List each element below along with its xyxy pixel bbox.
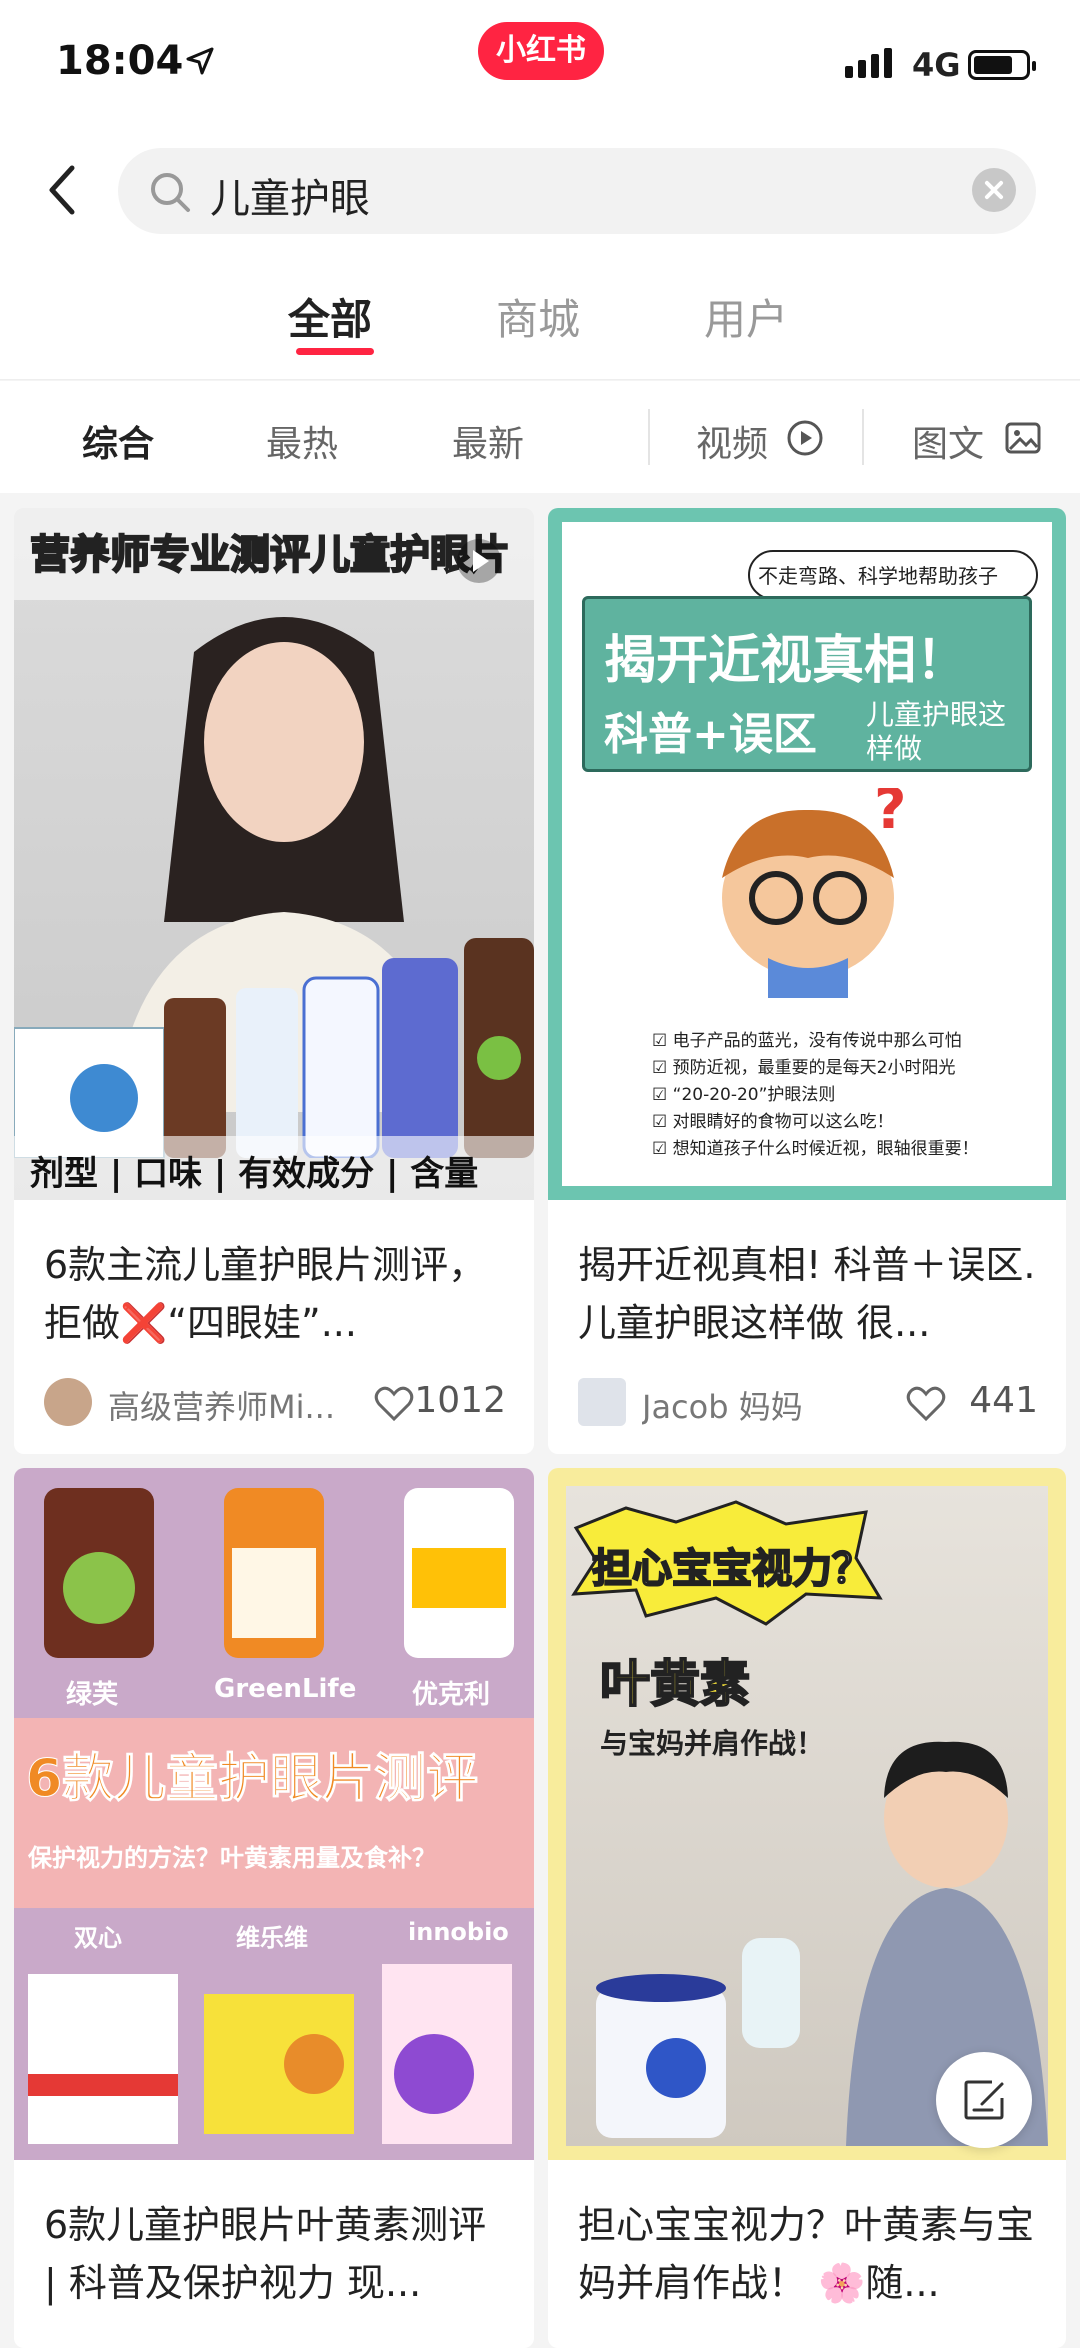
- tips-list: ☑ 电子产品的蓝光，没有传说中那么可怕 ☑ 预防近视，最重要的是每天2小时阳光 …: [652, 1028, 1042, 1163]
- filter-video[interactable]: 视频: [696, 415, 768, 467]
- product-bottles: [14, 938, 534, 1158]
- edit-icon: [964, 2080, 1004, 2120]
- list-item: ☑ 预防近视，最重要的是每天2小时阳光: [652, 1058, 956, 1078]
- compose-button[interactable]: [936, 2052, 1032, 2148]
- thumbnail-footer: 剂型 | 口味 | 有效成分 | 含量: [30, 1154, 479, 1194]
- search-header: 儿童护眼: [0, 130, 1080, 250]
- like-count: 1012: [414, 1380, 506, 1421]
- divider: [648, 409, 650, 465]
- post-meta: Jacob 妈妈 441: [578, 1374, 1038, 1430]
- product-boxes: [28, 1964, 512, 2144]
- subline: 保护视力的方法？叶黄素用量及食补？: [28, 1844, 436, 1872]
- status-bar: 18:04 小红书 4G: [0, 0, 1080, 130]
- post-thumbnail[interactable]: 不走弯路、科学地帮助孩子 揭开近视真相！ 科普+误区 儿童护眼这样做 ? ☑ 电…: [548, 508, 1066, 1200]
- like-count: 441: [969, 1380, 1038, 1421]
- author-name[interactable]: 高级营养师Mi...: [108, 1382, 368, 1428]
- video-play-icon: [457, 539, 501, 583]
- avatar[interactable]: [44, 1378, 92, 1426]
- tab-all[interactable]: 全部: [288, 286, 372, 347]
- list-item: ☑ 对眼睛好的食物可以这么吃！: [652, 1112, 894, 1132]
- battery-icon: [968, 50, 1036, 80]
- filter-comprehensive[interactable]: 综合: [82, 415, 154, 467]
- filter-image-text[interactable]: 图文: [912, 415, 984, 467]
- search-input[interactable]: 儿童护眼: [118, 148, 1036, 234]
- tab-users[interactable]: 用户: [704, 286, 788, 347]
- post-title[interactable]: 担心宝宝视力？叶黄素与宝妈并肩作战！ 🌸随...: [578, 2196, 1038, 2312]
- post-card[interactable]: 绿芙 GreenLife 优克利 6款儿童护眼片测评 保护视力的方法？叶黄素用量…: [14, 1468, 534, 2348]
- app-logo: 小红书: [478, 22, 604, 80]
- brand-label: 双心: [74, 1924, 122, 1952]
- back-arrow-icon[interactable]: [40, 160, 90, 220]
- clear-icon[interactable]: [972, 168, 1016, 212]
- post-card[interactable]: 营养师专业测评儿童护眼片 剂型 | 口味 | 有效成分 | 含量 6款主流儿童护…: [14, 508, 534, 1454]
- brand-label: 维乐维: [236, 1924, 308, 1952]
- list-item: ☑ 想知道孩子什么时候近视，眼轴很重要！: [652, 1139, 979, 1159]
- active-tab-indicator: [296, 348, 374, 355]
- post-meta: 高级营养师Mi... 1012: [44, 1374, 506, 1430]
- brand-label: 绿芙: [66, 1680, 119, 1710]
- header-note: 不走弯路、科学地帮助孩子: [758, 564, 998, 588]
- svg-text:?: ?: [874, 788, 906, 842]
- side-note: 儿童护眼这样做: [866, 698, 1007, 765]
- heart-icon[interactable]: [906, 1386, 946, 1422]
- divider: [862, 409, 864, 465]
- filter-hottest[interactable]: 最热: [266, 415, 338, 467]
- post-card[interactable]: 担心宝宝视力？ 叶黄素 与宝妈并肩作战！ 担心宝宝视力？叶黄素与宝妈并肩作战！ …: [548, 1468, 1066, 2348]
- filter-newest[interactable]: 最新: [452, 415, 524, 467]
- brand-label: innobio: [408, 1918, 509, 1946]
- cartoon-boy-illustration: ?: [722, 788, 906, 998]
- brand-label: 优克利: [412, 1680, 491, 1710]
- tab-mall[interactable]: 商城: [496, 286, 580, 347]
- post-title[interactable]: 6款主流儿童护眼片测评，拒做❌“四眼娃”...: [44, 1236, 506, 1352]
- play-icon: [787, 420, 823, 456]
- headline: 叶黄素: [599, 1654, 751, 1714]
- post-title[interactable]: 6款儿童护眼片叶黄素测评 | 科普及保护视力 现...: [44, 2196, 506, 2312]
- network-type: 4G: [912, 46, 961, 84]
- post-thumbnail[interactable]: 绿芙 GreenLife 优克利 6款儿童护眼片测评 保护视力的方法？叶黄素用量…: [14, 1468, 534, 2160]
- search-query: 儿童护眼: [210, 176, 370, 222]
- post-thumbnail[interactable]: 营养师专业测评儿童护眼片 剂型 | 口味 | 有效成分 | 含量: [14, 508, 534, 1200]
- avatar[interactable]: [578, 1378, 626, 1426]
- filter-bar: 综合 最热 最新 视频 图文: [0, 381, 1080, 493]
- headline: 揭开近视真相！: [604, 631, 969, 691]
- post-title[interactable]: 揭开近视真相! 科普＋误区. 儿童护眼这样做 很...: [578, 1236, 1038, 1352]
- post-card[interactable]: 不走弯路、科学地帮助孩子 揭开近视真相！ 科普+误区 儿童护眼这样做 ? ☑ 电…: [548, 508, 1066, 1454]
- search-icon: [151, 173, 190, 212]
- list-item: ☑ “20-20-20”护眼法则: [652, 1085, 836, 1105]
- list-item: ☑ 电子产品的蓝光，没有传说中那么可怕: [652, 1031, 962, 1051]
- headline: 6款儿童护眼片测评: [25, 1749, 479, 1810]
- location-arrow-icon: [186, 47, 214, 75]
- author-name[interactable]: Jacob 妈妈: [642, 1382, 902, 1428]
- bubble-text: 担心宝宝视力？: [591, 1545, 873, 1593]
- status-time: 18:04: [56, 38, 184, 84]
- image-icon: [1005, 422, 1041, 454]
- subline: 科普+误区: [604, 709, 817, 760]
- thumbnail-banner: 营养师专业测评儿童护眼片: [29, 531, 511, 579]
- brand-label: GreenLife: [214, 1674, 357, 1704]
- heart-icon[interactable]: [374, 1386, 414, 1422]
- search-tabs: 全部 商城 用户: [0, 250, 1080, 380]
